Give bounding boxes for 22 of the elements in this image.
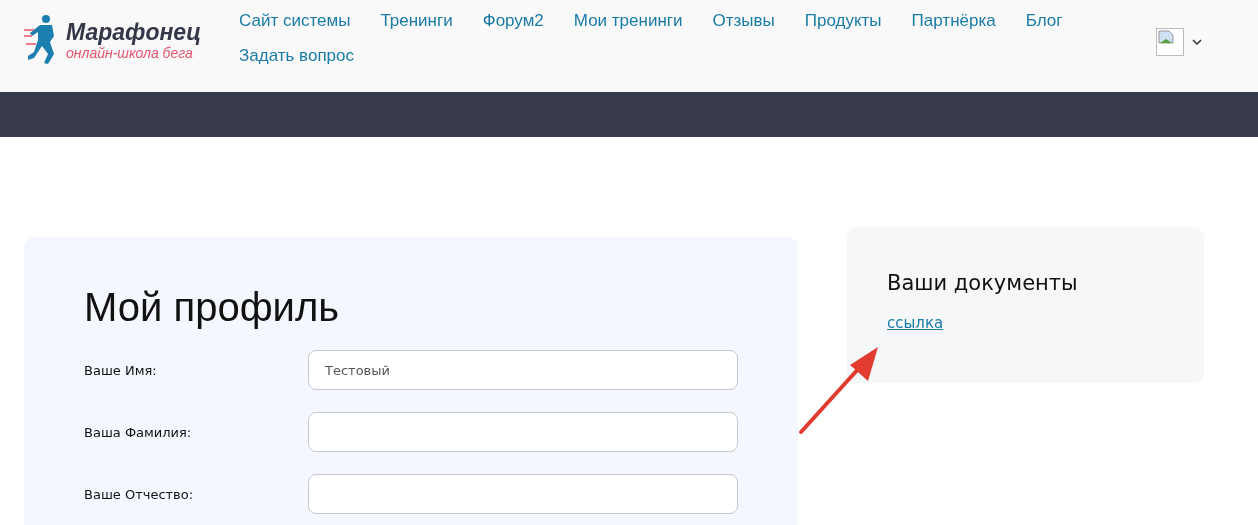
nav-link[interactable]: Форум2 [482,10,544,32]
nav-link[interactable]: Отзывы [712,10,775,32]
logo-subtitle: онлайн-школа бега [66,45,193,61]
field-label: Ваше Имя: [84,362,158,378]
profile-title: Мой профиль [84,285,341,330]
nav-link[interactable]: Задать вопрос [239,45,354,67]
document-link[interactable]: ссылка [887,314,944,332]
field-label: Ваше Отчество: [84,486,195,502]
input-field[interactable] [308,474,738,514]
input-field[interactable]: Тестовый [308,350,738,390]
nav-link[interactable]: Партнёрка [911,10,996,32]
nav-link[interactable]: Продукты [804,10,882,32]
nav-link[interactable]: Сайт системы [239,10,351,32]
nav-link[interactable]: Блог [1025,10,1063,32]
broken-image-icon[interactable] [1156,28,1184,56]
nav-link[interactable]: Мои тренинги [573,10,683,32]
documents-title: Ваши документы [887,271,1079,295]
field-label: Ваша Фамилия: [84,424,193,440]
nav-link[interactable]: Тренинги [380,10,453,32]
logo-title: Марафонец [66,19,201,45]
chevron-down-icon[interactable] [1192,39,1202,45]
input-field[interactable] [308,412,738,452]
